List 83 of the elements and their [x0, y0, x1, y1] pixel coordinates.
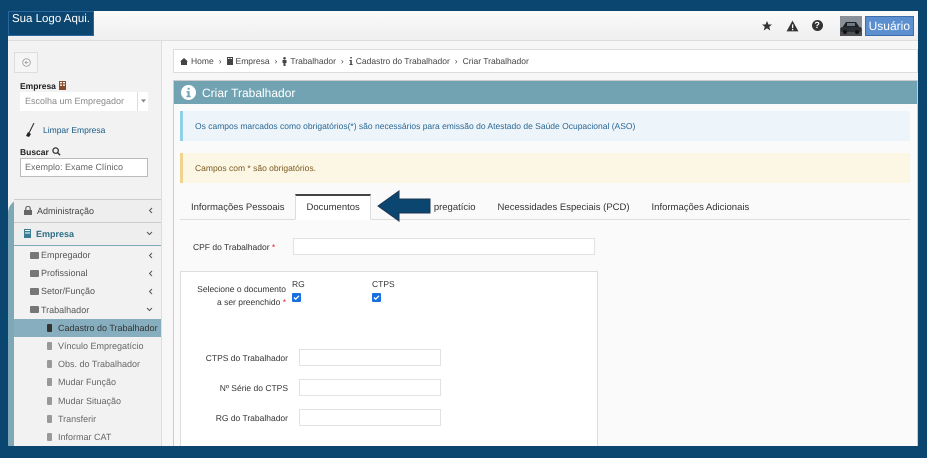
- submenu-item[interactable]: Setor/Função: [14, 282, 161, 301]
- arrow-circle-icon: [22, 58, 30, 67]
- submenu-item[interactable]: Cadastro do Trabalhador: [14, 318, 161, 337]
- field-label: Selecione o documento a ser preenchido *: [196, 283, 286, 309]
- folder-icon: [30, 288, 39, 295]
- chevron-left-icon: [148, 207, 153, 214]
- search-field[interactable]: Exemplo: Exame Clínico: [20, 158, 148, 177]
- input-field[interactable]: [299, 379, 441, 396]
- caret-icon: [140, 99, 146, 104]
- broom-icon: [26, 122, 35, 137]
- document-icon: [46, 414, 53, 423]
- info-alert: Os campos marcados como obrigatórios(*) são necessários para emissão do Atestado de Saúde Ocupacional (ASO): [180, 111, 910, 141]
- submenu-item[interactable]: Informar CAT: [14, 428, 161, 446]
- separator-icon: ›: [340, 56, 344, 66]
- company-label: Empresa: [20, 80, 56, 91]
- home-icon: [180, 58, 188, 64]
- document-icon: [46, 396, 53, 405]
- search-label: Buscar: [20, 146, 49, 157]
- building-icon: [24, 229, 31, 238]
- person-icon: [282, 56, 288, 66]
- document-icon: [46, 324, 53, 332]
- option-label: RG: [292, 279, 306, 289]
- company-select[interactable]: Escolha um Empregador: [20, 92, 148, 111]
- help-icon[interactable]: ?: [812, 20, 823, 31]
- chevron-down-icon: [146, 231, 153, 236]
- menu-item[interactable]: Administração: [14, 198, 161, 222]
- field-label: CTPS do Trabalhador: [204, 352, 288, 362]
- chevron-left-icon: [148, 252, 153, 259]
- document-icon: [46, 432, 53, 441]
- warning-icon[interactable]: [786, 20, 799, 32]
- clear-company-link[interactable]: Limpar Empresa: [43, 124, 106, 135]
- logo: Sua Logo Aqui.: [8, 11, 94, 36]
- collapse-button[interactable]: [14, 52, 38, 73]
- input-field[interactable]: [299, 409, 441, 426]
- tab[interactable]: Documentos: [295, 194, 371, 220]
- document-icon: [46, 342, 53, 350]
- submenu-item[interactable]: Obs. do Trabalhador: [14, 355, 161, 374]
- option-label: CTPS: [372, 279, 396, 289]
- document-icon: [46, 378, 53, 386]
- submenu-item[interactable]: Vínculo Empregatício: [14, 336, 161, 356]
- chevron-left-icon: [148, 270, 153, 277]
- folder-icon: [30, 306, 39, 314]
- breadcrumb-item[interactable]: Empresa: [236, 56, 270, 66]
- star-icon[interactable]: [760, 20, 773, 32]
- pointer-arrow: [376, 190, 431, 222]
- warning-alert: Campos com * são obrigatórios.: [180, 153, 910, 183]
- info-icon: [348, 57, 353, 65]
- cpf-input-field[interactable]: [293, 238, 595, 255]
- breadcrumb-item[interactable]: Home: [191, 56, 214, 66]
- tab[interactable]: pregatício: [432, 194, 487, 220]
- separator-icon: ›: [218, 56, 222, 66]
- submenu-item[interactable]: Mudar Função: [14, 373, 161, 392]
- field-label: RG do Trabalhador: [214, 412, 288, 422]
- submenu-item[interactable]: Transferir: [14, 410, 161, 428]
- info-icon: [181, 85, 196, 100]
- submenu-item[interactable]: Mudar Situação: [14, 391, 161, 410]
- separator-icon: ›: [454, 56, 458, 66]
- breadcrumb-item: Criar Trabalhador: [462, 56, 529, 66]
- menu-item[interactable]: Empresa: [14, 222, 161, 246]
- folder-icon: [30, 270, 39, 277]
- field-label: CPF do Trabalhador *: [192, 242, 276, 252]
- tab[interactable]: Informações Adicionais: [640, 194, 760, 220]
- tab[interactable]: Informações Pessoais: [180, 194, 296, 220]
- breadcrumb-item[interactable]: Cadastro do Trabalhador: [356, 56, 450, 66]
- submenu-item[interactable]: Trabalhador: [14, 300, 161, 319]
- building-icon: [226, 57, 233, 65]
- building-icon: [58, 81, 66, 90]
- lock-icon: [24, 206, 32, 216]
- checkbox[interactable]: [372, 293, 381, 302]
- search-icon: [52, 147, 61, 156]
- panel-title: Criar Trabalhador: [202, 86, 296, 100]
- submenu-item[interactable]: Profissional: [14, 264, 161, 282]
- submenu-item[interactable]: Empregador: [14, 246, 161, 264]
- field-label: Nº Série do CTPS: [218, 382, 288, 392]
- separator-icon: ›: [274, 56, 278, 66]
- tab[interactable]: Necessidades Especiais (PCD): [486, 194, 641, 220]
- folder-icon: [30, 252, 39, 259]
- document-icon: [46, 360, 53, 368]
- checkbox[interactable]: [292, 293, 301, 302]
- input-field[interactable]: [299, 349, 441, 366]
- chevron-down-icon: [146, 307, 153, 312]
- breadcrumb-item[interactable]: Trabalhador: [290, 56, 336, 66]
- chevron-left-icon: [148, 288, 153, 295]
